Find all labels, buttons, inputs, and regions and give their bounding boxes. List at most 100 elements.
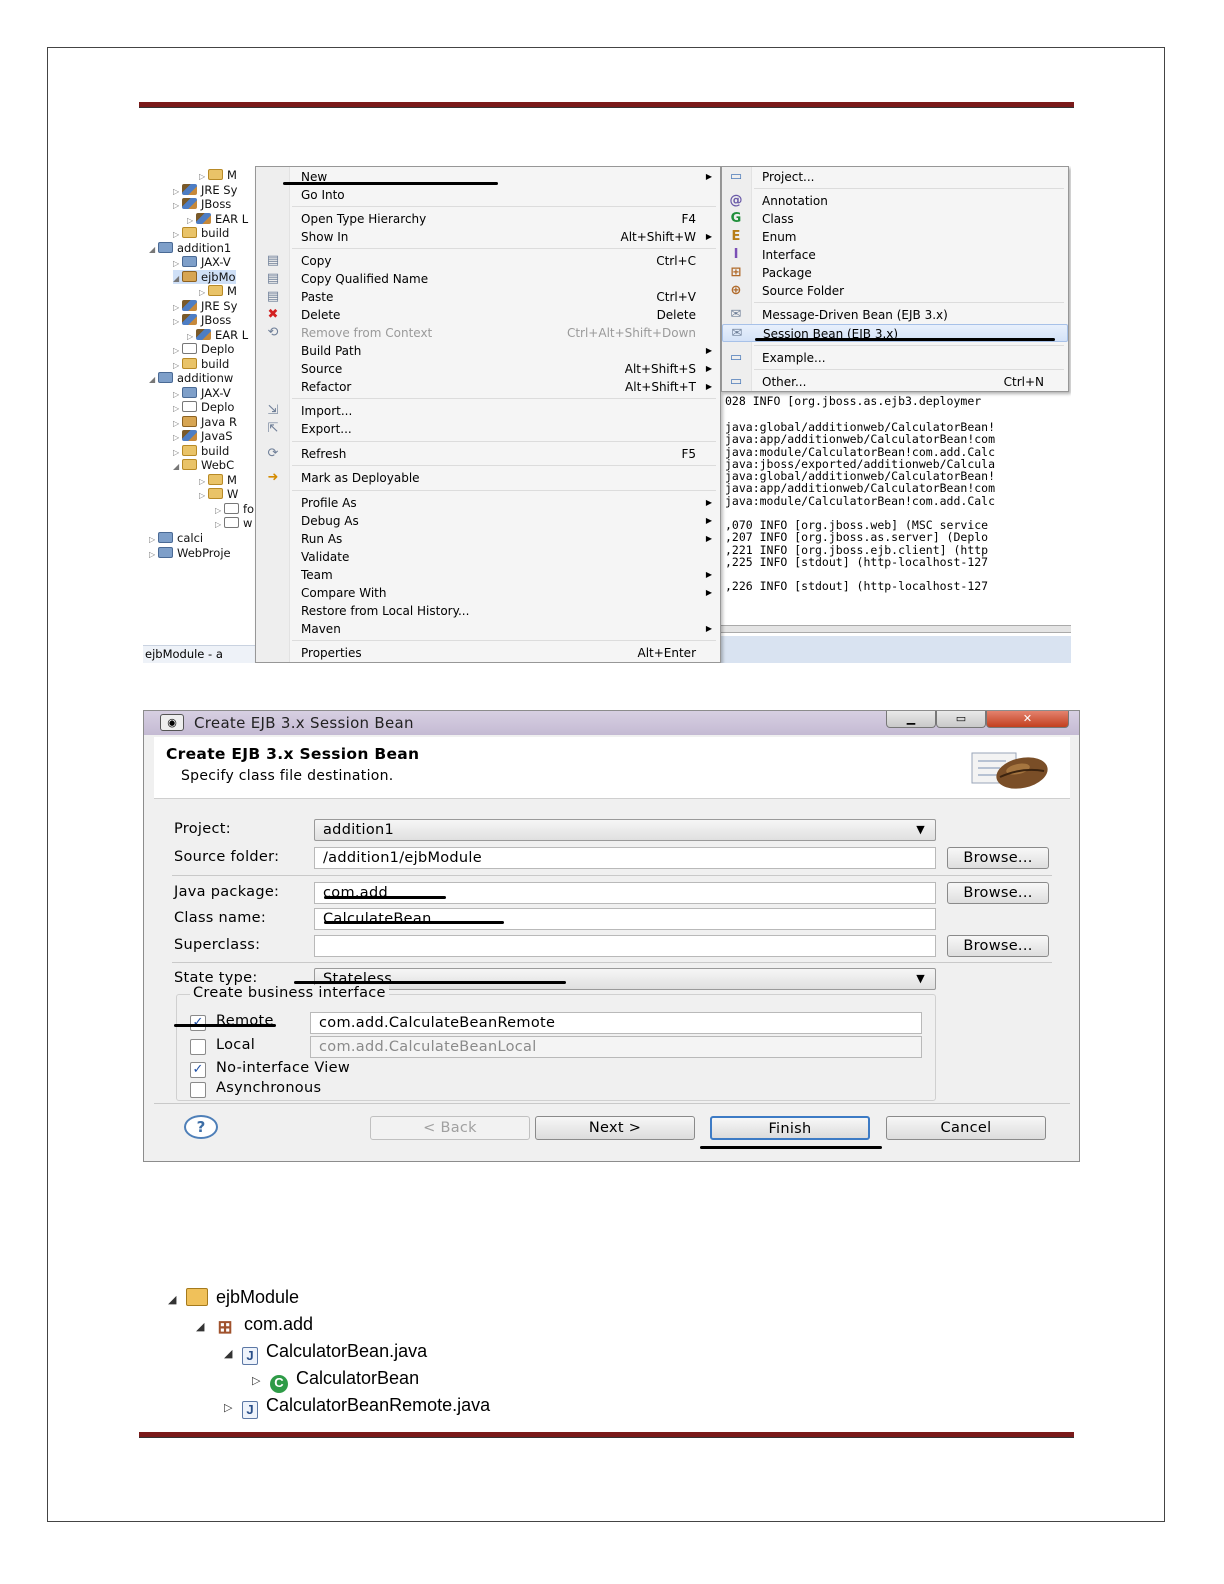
collapsed-arrow-icon[interactable]: ▷ [149,548,158,562]
source-folder-input[interactable]: /addition1/ejbModule [314,847,936,869]
explorer-tree-item[interactable]: ▷ Java R [173,415,237,429]
menu-item-maven[interactable]: Maven ▶ [256,620,720,638]
menu-item-debug-as[interactable]: Debug As ▶ [256,512,720,530]
explorer-tree-item[interactable]: ▷ EAR L [187,328,248,342]
explorer-tree-item[interactable]: ▷ M [199,473,237,487]
console-scrollbar[interactable] [721,625,1071,633]
submenu-item-class[interactable]: G Class [722,210,1068,228]
tree-item-java-file[interactable]: ▷ J CalculatorBeanRemote.java [224,1393,490,1420]
menu-item-export[interactable]: ⇱ Export... [256,420,720,438]
class-name-input[interactable]: CalculateBean [314,908,936,930]
tree-item-package[interactable]: ◢ ⊞ com.add [196,1312,313,1336]
dialog-titlebar[interactable]: ◉ Create EJB 3.x Session Bean ▁ ▭ ✕ [144,711,1079,735]
submenu-item-example[interactable]: ▭ Example... [722,349,1068,367]
submenu-item-package[interactable]: ⊞ Package [722,264,1068,282]
collapsed-arrow-icon[interactable]: ▷ [224,1396,242,1420]
explorer-tree-item[interactable]: ◢ ejbMo [173,269,236,286]
minimize-button[interactable]: ▁ [886,711,936,728]
no-interface-view-checkbox[interactable]: ✓ [190,1062,206,1078]
menu-item-copy-qualified-name[interactable]: ▤ Copy Qualified Name [256,270,720,288]
java-package-input[interactable]: com.add [314,882,936,904]
explorer-tree-item[interactable]: ▷ build [173,226,229,240]
menu-item-run-as[interactable]: Run As ▶ [256,530,720,548]
menu-item-show-in[interactable]: Show In Alt+Shift+W ▶ [256,228,720,246]
menu-item-open-type-hierarchy[interactable]: Open Type Hierarchy F4 [256,210,720,228]
explorer-tree-item[interactable]: ▷ JBoss [173,197,231,211]
state-type-combo[interactable]: Stateless ▼ [314,968,936,990]
maximize-button[interactable]: ▭ [936,711,986,728]
tree-item-java-file[interactable]: ◢ J CalculatorBean.java [224,1339,427,1365]
collapsed-arrow-icon[interactable]: ▷ [252,1369,270,1393]
source-folder-browse-button[interactable]: Browse... [947,847,1049,869]
menu-item-properties[interactable]: Properties Alt+Enter [256,644,720,662]
cancel-button[interactable]: Cancel [886,1116,1046,1140]
explorer-tree-item[interactable]: ▷ Deplo [173,400,234,414]
menu-item-restore-from-local-history[interactable]: Restore from Local History... [256,602,720,620]
superclass-input[interactable] [314,935,936,957]
menu-item-refactor[interactable]: Refactor Alt+Shift+T ▶ [256,378,720,396]
next-button[interactable]: Next > [535,1116,695,1140]
explorer-tree-item[interactable]: ▷ JRE Sy [173,299,237,313]
menu-item-refresh[interactable]: ⟳ Refresh F5 [256,445,720,463]
collapsed-arrow-icon[interactable]: ▷ [199,489,208,503]
submenu-item-annotation[interactable]: @ Annotation [722,192,1068,210]
explorer-tree-item[interactable]: ▷ JRE Sy [173,183,237,197]
explorer-tree-item[interactable]: ▷ M [199,168,237,182]
superclass-browse-button[interactable]: Browse... [947,935,1049,957]
explorer-tree-item[interactable]: ▷ JAX-V [173,386,231,400]
menu-item-build-path[interactable]: Build Path ▶ [256,342,720,360]
tree-item-ejbmodule[interactable]: ◢ ejbModule [168,1285,299,1309]
explorer-tree-item[interactable]: ▷ build [173,357,229,371]
remote-checkbox[interactable]: ✓ [190,1015,206,1031]
asynchronous-checkbox[interactable] [190,1082,206,1098]
menu-item-mark-as-deployable[interactable]: ➜ Mark as Deployable [256,469,720,487]
explorer-tree-item[interactable]: ▷ M [199,284,237,298]
local-checkbox[interactable] [190,1039,206,1055]
expanded-arrow-icon[interactable]: ◢ [168,1288,186,1312]
explorer-tree-item[interactable]: ▷ WebProje [149,546,231,560]
explorer-tree-item[interactable]: ◢ additionw [149,371,233,385]
remote-interface-input[interactable]: com.add.CalculateBeanRemote [310,1012,922,1034]
explorer-tree-item[interactable]: ▷ JavaS [173,429,233,443]
menu-item-import[interactable]: ⇲ Import... [256,402,720,420]
collapsed-arrow-icon[interactable]: ▷ [173,315,182,329]
menu-item-team[interactable]: Team ▶ [256,566,720,584]
explorer-tree-item[interactable]: ▷ Deplo [173,342,234,356]
expanded-arrow-icon[interactable]: ◢ [173,460,182,474]
explorer-tree-item[interactable]: ▷ build [173,444,229,458]
explorer-tree-item[interactable]: ▷ w [215,516,252,530]
submenu-item-other[interactable]: ▭ Other... Ctrl+N [722,373,1068,391]
collapsed-arrow-icon[interactable]: ▷ [215,518,224,532]
submenu-item-source-folder[interactable]: ⊕ Source Folder [722,282,1068,300]
explorer-tree-item[interactable]: ▷ W [199,487,238,501]
submenu-item-enum[interactable]: E Enum [722,228,1068,246]
expanded-arrow-icon[interactable]: ◢ [149,373,158,387]
explorer-tree-item[interactable]: ▷ fo [215,502,254,516]
collapsed-arrow-icon[interactable]: ▷ [173,199,182,213]
finish-button[interactable]: Finish [710,1116,870,1140]
explorer-tree-item[interactable]: ▷ calci [149,531,203,545]
submenu-item-interface[interactable]: I Interface [722,246,1068,264]
tree-item-class[interactable]: ▷ C CalculatorBean [252,1366,419,1393]
menu-item-paste[interactable]: ▤ Paste Ctrl+V [256,288,720,306]
menu-item-validate[interactable]: Validate [256,548,720,566]
menu-item-delete[interactable]: ✖ Delete Delete [256,306,720,324]
expanded-arrow-icon[interactable]: ◢ [196,1315,214,1339]
explorer-tree-item[interactable]: ▷ JBoss [173,313,231,327]
expanded-arrow-icon[interactable]: ◢ [173,272,182,286]
explorer-tree-item[interactable]: ▷ EAR L [187,212,248,226]
menu-item-copy[interactable]: ▤ Copy Ctrl+C [256,252,720,270]
menu-item-profile-as[interactable]: Profile As ▶ [256,494,720,512]
submenu-item-message-driven-bean-ejb-3-x[interactable]: ✉ Message-Driven Bean (EJB 3.x) [722,306,1068,324]
menu-item-remove-from-context[interactable]: ⟲ Remove from Context Ctrl+Alt+Shift+Down [256,324,720,342]
java-package-browse-button[interactable]: Browse... [947,882,1049,904]
menu-item-compare-with[interactable]: Compare With ▶ [256,584,720,602]
explorer-tree-item[interactable]: ◢ WebC [173,458,234,472]
project-combo[interactable]: addition1 ▼ [314,819,936,841]
explorer-tree-item[interactable]: ▷ JAX-V [173,255,231,269]
menu-item-source[interactable]: Source Alt+Shift+S ▶ [256,360,720,378]
menu-item-go-into[interactable]: Go Into [256,186,720,204]
explorer-tree-item[interactable]: ◢ addition1 [149,241,231,255]
expanded-arrow-icon[interactable]: ◢ [149,243,158,257]
close-button[interactable]: ✕ [986,711,1069,728]
